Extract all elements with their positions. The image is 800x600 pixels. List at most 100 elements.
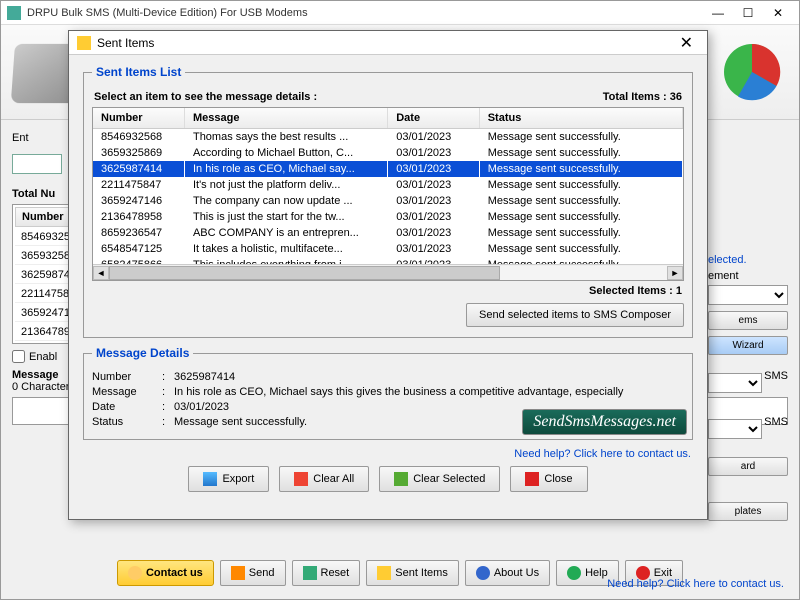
cell-date: 03/01/2023 bbox=[388, 177, 479, 193]
selected-items-label: Selected Items : bbox=[589, 285, 673, 297]
cell-status: Message sent successfully. bbox=[479, 161, 682, 177]
maximize-button[interactable]: ☐ bbox=[733, 3, 763, 23]
dialog-button-bar: Export Clear All Clear Selected Close bbox=[83, 466, 693, 492]
cell-message: It's not just the platform deliv... bbox=[184, 177, 387, 193]
clear-all-button[interactable]: Clear All bbox=[279, 466, 369, 492]
folder-icon bbox=[77, 36, 91, 50]
col-date-header[interactable]: Date bbox=[388, 108, 479, 129]
table-row[interactable]: 6548547125It takes a holistic, multiface… bbox=[93, 241, 683, 257]
cell-date: 03/01/2023 bbox=[388, 129, 479, 146]
ent-label: Ent bbox=[12, 132, 29, 144]
details-legend: Message Details bbox=[92, 346, 193, 360]
dialog-close-btn[interactable]: Close bbox=[510, 466, 587, 492]
close-icon bbox=[525, 472, 539, 486]
contact-us-button[interactable]: Contact us bbox=[117, 560, 214, 586]
cell-number: 8659236547 bbox=[93, 225, 184, 241]
table-row[interactable]: 8659236547ABC COMPANY is an entrepren...… bbox=[93, 225, 683, 241]
ard-button[interactable]: ard bbox=[708, 457, 788, 476]
items-button[interactable]: ems bbox=[708, 311, 788, 330]
send-to-composer-button[interactable]: Send selected items to SMS Composer bbox=[466, 303, 684, 327]
table-row[interactable]: 3659247146The company can now update ...… bbox=[93, 193, 683, 209]
scroll-track[interactable] bbox=[109, 266, 667, 280]
dialog-help-link[interactable]: Need help? Click here to contact us. bbox=[85, 448, 691, 460]
back-number-cell[interactable]: 36259874 bbox=[15, 267, 76, 284]
cell-message: Thomas says the best results ... bbox=[184, 129, 387, 146]
table-row[interactable]: 8546932568Thomas says the best results .… bbox=[93, 129, 683, 146]
send-icon bbox=[231, 566, 245, 580]
contact-label: Contact us bbox=[146, 567, 203, 579]
sent-items-button[interactable]: Sent Items bbox=[366, 560, 459, 586]
clear-all-label: Clear All bbox=[313, 473, 354, 485]
horizontal-scrollbar[interactable]: ◄ ► bbox=[93, 264, 683, 280]
col-status-header[interactable]: Status bbox=[479, 108, 682, 129]
elected-label: elected. bbox=[708, 254, 788, 266]
help-label: Help bbox=[585, 567, 608, 579]
cell-date: 03/01/2023 bbox=[388, 241, 479, 257]
detail-number-value: 3625987414 bbox=[174, 371, 684, 383]
cell-date: 03/01/2023 bbox=[388, 145, 479, 161]
send-button[interactable]: Send bbox=[220, 560, 286, 586]
reset-icon bbox=[303, 566, 317, 580]
table-row[interactable]: 3625987414In his role as CEO, Michael sa… bbox=[93, 161, 683, 177]
back-number-cell[interactable]: 22114758 bbox=[15, 286, 76, 303]
back-number-cell[interactable]: 36593258 bbox=[15, 248, 76, 265]
main-title: DRPU Bulk SMS (Multi-Device Edition) For… bbox=[27, 7, 703, 19]
pie-chart-icon bbox=[717, 37, 787, 107]
dialog-close-button[interactable]: ✕ bbox=[674, 33, 699, 53]
cell-status: Message sent successfully. bbox=[479, 145, 682, 161]
enable-label: Enabl bbox=[29, 351, 57, 363]
main-titlebar: DRPU Bulk SMS (Multi-Device Edition) For… bbox=[1, 1, 799, 25]
back-number-cell[interactable]: 85469325 bbox=[15, 229, 76, 246]
back-number-cell[interactable]: 36592471 bbox=[15, 305, 76, 322]
reset-button[interactable]: Reset bbox=[292, 560, 361, 586]
total-items-label: Total Items : bbox=[603, 91, 667, 103]
cell-date: 03/01/2023 bbox=[388, 193, 479, 209]
send-label: Send bbox=[249, 567, 275, 579]
table-row[interactable]: 2211475847It's not just the platform del… bbox=[93, 177, 683, 193]
right-dropdown-1[interactable] bbox=[708, 285, 788, 305]
about-icon bbox=[476, 566, 490, 580]
scroll-left-icon[interactable]: ◄ bbox=[93, 266, 109, 280]
detail-status-label: Status bbox=[92, 416, 162, 428]
dialog-titlebar: Sent Items ✕ bbox=[69, 31, 707, 55]
cell-message: ABC COMPANY is an entrepren... bbox=[184, 225, 387, 241]
back-number-cell[interactable]: 21364789 bbox=[15, 324, 76, 341]
cell-status: Message sent successfully. bbox=[479, 225, 682, 241]
clear-selected-button[interactable]: Clear Selected bbox=[379, 466, 500, 492]
cell-status: Message sent successfully. bbox=[479, 241, 682, 257]
cell-date: 03/01/2023 bbox=[388, 161, 479, 177]
sent-items-dialog: Sent Items ✕ Sent Items List Select an i… bbox=[68, 30, 708, 520]
cell-message: This is just the start for the tw... bbox=[184, 209, 387, 225]
sms-dropdown-1[interactable] bbox=[708, 373, 762, 393]
cell-date: 03/01/2023 bbox=[388, 209, 479, 225]
col-message-header[interactable]: Message bbox=[184, 108, 387, 129]
sms-label-2: SMS bbox=[764, 416, 788, 442]
col-number-header[interactable]: Number bbox=[93, 108, 184, 129]
main-help-link[interactable]: Need help? Click here to contact us. bbox=[607, 578, 784, 590]
plates-button[interactable]: plates bbox=[708, 502, 788, 521]
wizard-button[interactable]: Wizard bbox=[708, 336, 788, 355]
table-row[interactable]: 3659325869According to Michael Button, C… bbox=[93, 145, 683, 161]
enable-checkbox[interactable] bbox=[12, 350, 25, 363]
detail-date-label: Date bbox=[92, 401, 162, 413]
scroll-thumb[interactable] bbox=[109, 266, 500, 280]
close-button[interactable]: ✕ bbox=[763, 3, 793, 23]
cell-number: 3659247146 bbox=[93, 193, 184, 209]
sent-label: Sent Items bbox=[395, 567, 448, 579]
back-number-header: Number bbox=[15, 207, 76, 227]
sms-dropdown-2[interactable] bbox=[708, 419, 762, 439]
scroll-right-icon[interactable]: ► bbox=[667, 266, 683, 280]
cell-number: 8546932568 bbox=[93, 129, 184, 146]
sent-icon bbox=[377, 566, 391, 580]
export-button[interactable]: Export bbox=[188, 466, 269, 492]
cell-message: In his role as CEO, Michael say... bbox=[184, 161, 387, 177]
items-grid[interactable]: Number Message Date Status 8546932568Tho… bbox=[92, 107, 684, 281]
cell-message: It takes a holistic, multifacete... bbox=[184, 241, 387, 257]
ent-input[interactable] bbox=[12, 154, 62, 174]
table-row[interactable]: 2136478958This is just the start for the… bbox=[93, 209, 683, 225]
dialog-title: Sent Items bbox=[97, 36, 674, 50]
about-us-button[interactable]: About Us bbox=[465, 560, 550, 586]
minimize-button[interactable]: — bbox=[703, 3, 733, 23]
cell-number: 2211475847 bbox=[93, 177, 184, 193]
about-label: About Us bbox=[494, 567, 539, 579]
